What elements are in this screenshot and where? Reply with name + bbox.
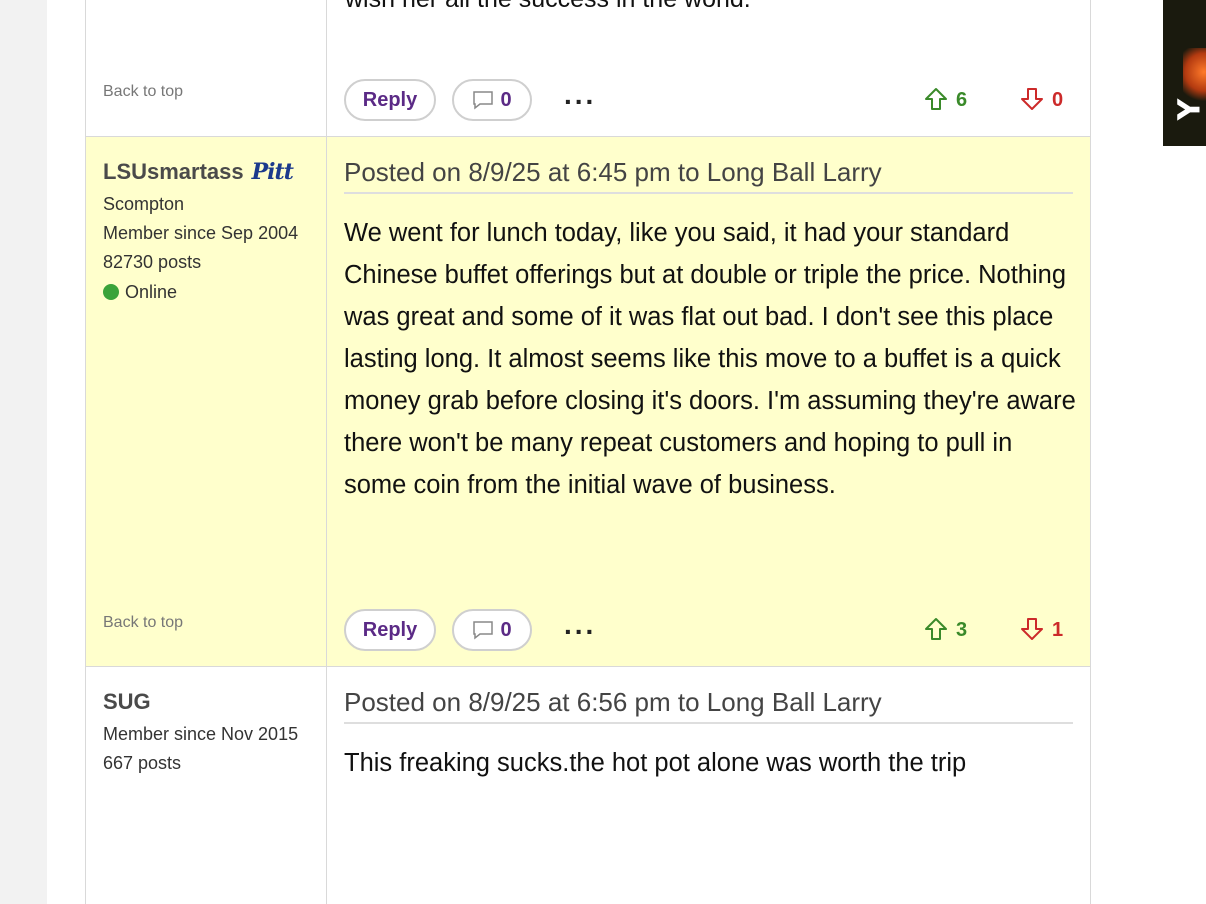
thread-container: Back to top wish her all the success in … [85,0,1091,904]
author-info: SUG [103,689,151,715]
back-to-top-link[interactable]: Back to top [103,83,183,101]
post-text: We went for lunch today, like you said, … [344,219,1076,499]
author-location: Scompton [103,194,185,214]
reply-button[interactable]: Reply [344,609,436,651]
post-last: SUG Member since Nov 2015 667 posts Post… [86,667,1090,904]
online-status: Online [103,282,177,303]
post-body-column: Posted on 8/9/25 at 6:56 pm to Long Ball… [327,667,1090,904]
more-options-button[interactable]: ... [564,611,596,639]
post-actions: Reply 0 ... 6 0 [344,79,1073,121]
upvote-count: 6 [956,89,968,111]
downvote-button[interactable]: 1 [1020,617,1063,642]
username-link[interactable]: SUG [103,689,151,714]
arrow-up-outline-icon [925,88,947,110]
post-highlighted: LSUsmartass Pitt Scompton Member since Se… [86,137,1090,667]
downvote-button[interactable]: 0 [1020,87,1063,112]
comment-button[interactable]: 0 [452,79,532,121]
online-label: Online [125,282,178,302]
back-to-top-link[interactable]: Back to top [103,614,183,632]
author-info: LSUsmartass Pitt [103,159,294,185]
username-link[interactable]: LSUsmartass [103,159,244,184]
team-logo-icon: Pitt [251,159,294,185]
ad-letter: Y [1172,98,1206,121]
arrow-up-outline-icon [925,618,947,640]
post-text: wish her all the success in the world. [345,0,751,14]
comment-button[interactable]: 0 [452,609,532,651]
post-body-column: Posted on 8/9/25 at 6:45 pm to Long Ball… [327,137,1090,666]
post-body-column: wish her all the success in the world. R… [327,0,1090,136]
comment-count: 0 [500,619,512,641]
post-count: 667 posts [103,753,182,773]
upvote-count: 3 [956,619,968,641]
arrow-down-outline-icon [1021,618,1043,640]
author-column: SUG Member since Nov 2015 667 posts [86,667,327,904]
more-options-button[interactable]: ... [564,81,596,109]
arrow-down-outline-icon [1021,88,1043,110]
author-column: Back to top [86,0,327,136]
speech-bubble-icon [473,91,494,110]
reply-button[interactable]: Reply [344,79,436,121]
post-previous: Back to top wish her all the success in … [86,0,1090,137]
post-actions: Reply 0 ... 3 1 [344,609,1073,651]
upvote-button[interactable]: 6 [924,87,967,112]
post-header: Posted on 8/9/25 at 6:56 pm to Long Ball… [344,687,1073,724]
member-since: Member since Nov 2015 [103,724,299,744]
upvote-button[interactable]: 3 [924,617,967,642]
side-advertisement[interactable]: Y [1163,0,1206,146]
comment-count: 0 [500,89,512,111]
downvote-count: 0 [1052,89,1064,111]
downvote-count: 1 [1052,619,1064,641]
post-text: This freaking sucks.the hot pot alone wa… [344,749,967,777]
post-header: Posted on 8/9/25 at 6:45 pm to Long Ball… [344,157,1073,194]
post-count: 82730 posts [103,252,202,272]
member-since: Member since Sep 2004 [103,223,299,243]
speech-bubble-icon [473,621,494,640]
green-dot-icon [103,284,119,300]
author-column: LSUsmartass Pitt Scompton Member since Se… [86,137,327,666]
